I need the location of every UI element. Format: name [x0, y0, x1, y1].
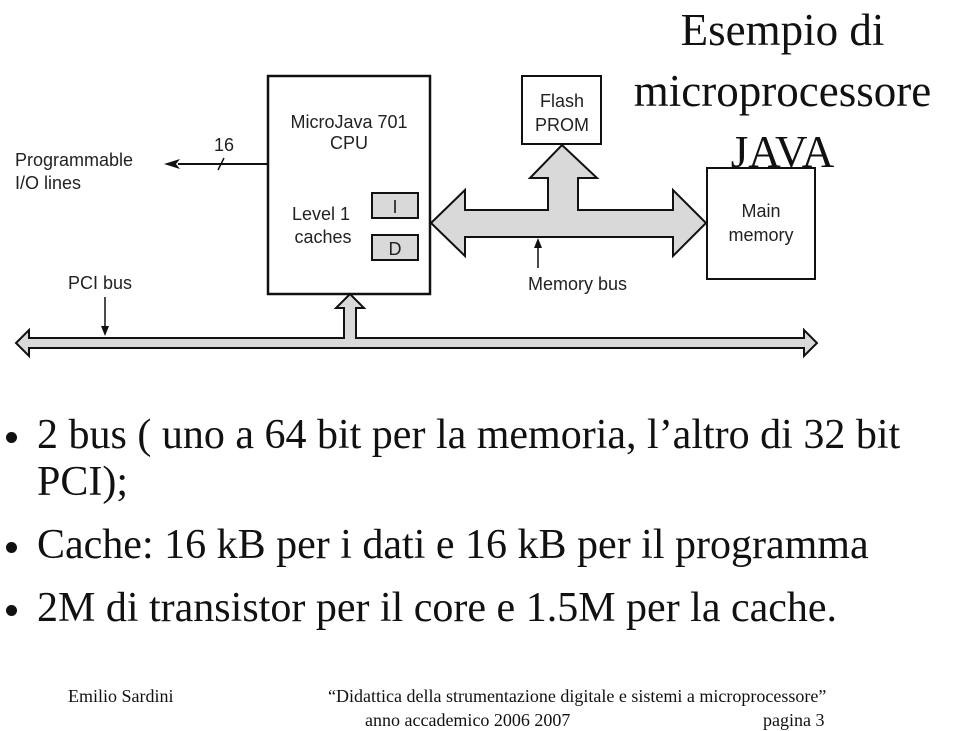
bullet-item: 2M di transistor per il core e 1.5M per … — [0, 585, 959, 632]
bullet-list: 2 bus ( uno a 64 bit per la memoria, l’a… — [0, 412, 959, 648]
pci-bus-pointer-icon — [101, 326, 109, 336]
footer-course: “Didattica della strumentazione digitale… — [328, 686, 827, 706]
bullet-dot-icon — [6, 605, 17, 616]
cpu-label-line-2: CPU — [330, 133, 368, 153]
cpu-label-line-1: MicroJava 701 — [290, 112, 407, 132]
bullet-item: Cache: 16 kB per i dati e 16 kB per il p… — [0, 522, 959, 569]
bullet-text: 2M di transistor per il core e 1.5M per … — [37, 585, 838, 631]
data-cache-label: D — [389, 239, 402, 259]
memory-label-line-2: memory — [728, 225, 793, 245]
memory-label-line-1: Main — [741, 201, 780, 221]
memory-bus-pointer-icon — [534, 238, 542, 248]
footer-academic-year: anno accademico 2006 2007 — [365, 710, 571, 730]
bullet-dot-icon — [6, 542, 17, 553]
cache-label-line-2: caches — [294, 227, 351, 247]
io-width-label: 16 — [214, 135, 234, 155]
slide: Esempio di microprocessore JAVA 16 Progr… — [0, 0, 959, 731]
instruction-cache-label: I — [392, 197, 397, 217]
flash-prom-block: Flash PROM — [521, 75, 602, 145]
io-label-line-1: Programmable — [15, 150, 133, 170]
bullet-dot-icon — [6, 432, 17, 443]
cache-label-line-1: Level 1 — [292, 204, 350, 224]
flash-label-line-1: Flash — [540, 91, 584, 111]
flash-label-line-2: PROM — [535, 115, 589, 135]
io-lines-connection: 16 Programmable I/O lines — [15, 135, 268, 193]
footer-page-number: pagina 3 — [763, 710, 825, 730]
memory-bus-label: Memory bus — [528, 274, 627, 294]
microjava-block-diagram: 16 Programmable I/O lines MicroJava 701 … — [14, 74, 819, 359]
memory-bus-arrow — [429, 143, 708, 259]
io-label-line-2: I/O lines — [15, 173, 81, 193]
bullet-item: 2 bus ( uno a 64 bit per la memoria, l’a… — [0, 412, 959, 506]
cpu-block: MicroJava 701 CPU Level 1 caches I D — [266, 74, 432, 296]
bullet-text: 2 bus ( uno a 64 bit per la memoria, l’a… — [37, 412, 901, 505]
bullet-text: Cache: 16 kB per i dati e 16 kB per il p… — [37, 522, 869, 568]
pci-bus-label: PCI bus — [68, 273, 132, 293]
main-memory-block: Main memory — [706, 167, 816, 280]
pci-bus-arrow — [14, 292, 819, 359]
footer-author: Emilio Sardini — [68, 686, 174, 706]
io-arrowhead-icon — [164, 159, 180, 169]
